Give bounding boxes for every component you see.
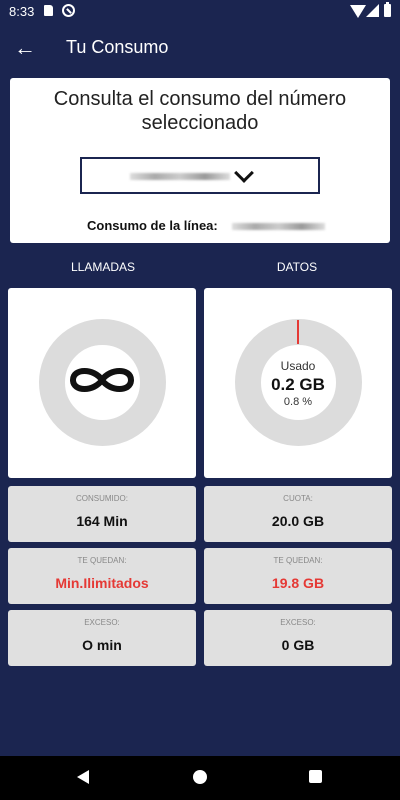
data-remaining-label: TE QUEDAN: — [273, 556, 323, 565]
line-selector-dropdown[interactable] — [80, 157, 320, 194]
calls-remaining-label: TE QUEDAN: — [77, 556, 127, 565]
nav-home-icon[interactable] — [193, 770, 207, 784]
calls-consumed-value: 164 Min — [76, 513, 128, 529]
query-card: Consulta el consumo del número seleccion… — [10, 78, 390, 243]
infinity-icon — [69, 368, 135, 392]
data-remaining-box: TE QUEDAN: 19.8 GB — [204, 548, 392, 604]
app-bar: ← Tu Consumo — [0, 24, 400, 74]
nav-back-icon[interactable] — [77, 770, 89, 784]
calls-chart-card — [8, 288, 196, 478]
usage-label: Usado — [280, 359, 316, 373]
selected-number-redacted — [130, 173, 230, 180]
data-excess-box: EXCESO: 0 GB — [204, 610, 392, 666]
data-usage-marker — [297, 320, 299, 344]
system-nav-bar — [0, 756, 400, 800]
back-arrow-icon[interactable]: ← — [12, 36, 38, 62]
data-quota-value: 20.0 GB — [271, 513, 325, 529]
data-remaining-value: 19.8 GB — [271, 575, 325, 591]
data-excess-label: EXCESO: — [280, 618, 316, 627]
signal-icon — [366, 4, 379, 17]
data-column-header: DATOS — [276, 260, 318, 274]
usage-value: 0.2 GB — [271, 375, 325, 394]
status-bar: 8:33 — [0, 0, 400, 24]
calls-excess-box: EXCESO: O min — [8, 610, 196, 666]
data-chart-card: Usado 0.2 GB 0.8 % — [204, 288, 392, 478]
calls-excess-label: EXCESO: — [84, 618, 120, 627]
line-consumption-label: Consumo de la línea: — [87, 218, 218, 233]
nav-recents-icon[interactable] — [309, 770, 322, 783]
calls-remaining-box: TE QUEDAN: Min.Ilimitados — [8, 548, 196, 604]
status-time: 8:33 — [9, 4, 35, 19]
data-excess-value: 0 GB — [281, 637, 315, 653]
calls-column-header: LLAMADAS — [70, 260, 136, 274]
query-title: Consulta el consumo del número seleccion… — [53, 88, 347, 134]
calls-remaining-value: Min.Ilimitados — [55, 575, 149, 591]
calls-excess-value: O min — [82, 637, 122, 653]
sd-card-icon — [44, 5, 53, 16]
chevron-down-icon — [234, 163, 254, 183]
page-title: Tu Consumo — [66, 37, 169, 57]
usage-percent: 0.8 % — [283, 396, 313, 408]
battery-icon — [384, 2, 391, 17]
calls-consumed-label: CONSUMIDO: — [76, 494, 128, 503]
data-quota-label: CUOTA: — [283, 494, 313, 503]
calls-consumed-box: CONSUMIDO: 164 Min — [8, 486, 196, 542]
nfc-icon — [62, 4, 75, 17]
line-number-redacted — [232, 223, 325, 230]
data-quota-box: CUOTA: 20.0 GB — [204, 486, 392, 542]
wifi-icon — [350, 5, 366, 18]
